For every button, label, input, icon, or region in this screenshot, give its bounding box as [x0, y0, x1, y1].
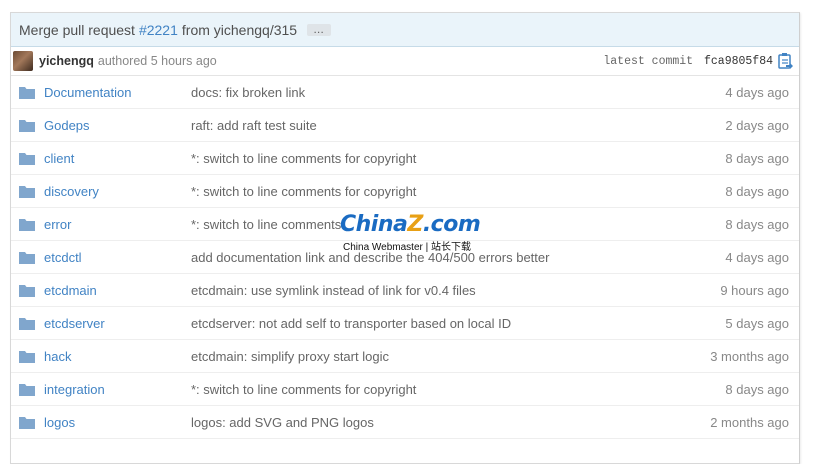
file-row[interactable]: etcdmain etcdmain: use symlink instead o… [11, 274, 799, 307]
folder-icon [19, 152, 35, 165]
folder-icon [19, 218, 35, 231]
commit-message-link[interactable]: *: switch to line comments for copyright [191, 382, 416, 397]
file-age: 5 days ago [725, 315, 789, 331]
commit-message-link[interactable]: etcdmain: use symlink instead of link fo… [191, 283, 476, 298]
folder-icon [19, 350, 35, 363]
author-link[interactable]: yichengq [39, 54, 94, 68]
file-age: 2 months ago [710, 414, 789, 430]
latest-commit-label: latest commit [603, 55, 694, 68]
file-name-link[interactable]: discovery [44, 184, 191, 199]
avatar[interactable] [13, 51, 33, 71]
folder-icon [19, 383, 35, 396]
commit-message-link[interactable]: logos: add SVG and PNG logos [191, 415, 374, 430]
commit-sha-link[interactable]: fca9805f84 [704, 55, 773, 68]
folder-icon [19, 86, 35, 99]
file-age: 4 days ago [725, 249, 789, 265]
file-name-link[interactable]: integration [44, 382, 191, 397]
watermark-logo-com: .com [422, 212, 481, 237]
file-name-link[interactable]: logos [44, 415, 191, 430]
file-name-link[interactable]: Godeps [44, 118, 191, 133]
file-row[interactable]: discovery *: switch to line comments for… [11, 175, 799, 208]
file-name-link[interactable]: Documentation [44, 85, 191, 100]
watermark-subtitle: China Webmaster | 站长下载 [343, 242, 472, 253]
clipboard-icon[interactable] [777, 52, 793, 70]
file-age: 8 days ago [725, 183, 789, 199]
file-age: 8 days ago [725, 381, 789, 397]
folder-icon [19, 416, 35, 429]
commit-title-suffix: from yichengq/315 [181, 21, 298, 38]
file-name-link[interactable]: etcdctl [44, 250, 191, 265]
commit-message-link[interactable]: docs: fix broken link [191, 85, 305, 100]
latest-commit: latest commit fca9805f84 [603, 55, 773, 68]
file-row[interactable]: client *: switch to line comments for co… [11, 142, 799, 175]
file-age: 9 hours ago [720, 282, 789, 298]
file-age: 4 days ago [725, 84, 789, 100]
commit-message-link[interactable]: *: switch to line comments [191, 217, 341, 232]
commit-message-link[interactable]: etcdmain: simplify proxy start logic [191, 349, 389, 364]
file-list: Documentation docs: fix broken link 4 da… [11, 76, 799, 463]
file-name-link[interactable]: etcdmain [44, 283, 191, 298]
file-row-partial [11, 439, 799, 463]
file-age: 3 months ago [710, 348, 789, 364]
file-age: 8 days ago [725, 150, 789, 166]
commit-title-prefix: Merge pull request [19, 21, 135, 38]
commit-message-link[interactable]: *: switch to line comments for copyright [191, 151, 416, 166]
file-age: 2 days ago [725, 117, 789, 133]
file-row[interactable]: integration *: switch to line comments f… [11, 373, 799, 406]
file-age: 8 days ago [725, 216, 789, 232]
expand-message-button[interactable]: … [307, 23, 332, 36]
commit-meta-bar: yichengq authored 5 hours ago latest com… [11, 47, 799, 76]
folder-icon [19, 119, 35, 132]
commit-title-bar: Merge pull request #2221 from yichengq/3… [11, 13, 799, 47]
file-name-link[interactable]: etcdserver [44, 316, 191, 331]
watermark: ChinaZ.com China Webmaster | 站长下载 [340, 212, 500, 254]
file-row[interactable]: logos logos: add SVG and PNG logos 2 mon… [11, 406, 799, 439]
folder-icon [19, 251, 35, 264]
file-name-link[interactable]: client [44, 151, 191, 166]
file-row[interactable]: Documentation docs: fix broken link 4 da… [11, 76, 799, 109]
file-name-link[interactable]: error [44, 217, 191, 232]
watermark-logo-z: Z [407, 212, 423, 237]
folder-icon [19, 284, 35, 297]
commit-message-link[interactable]: *: switch to line comments for copyright [191, 184, 416, 199]
file-row[interactable]: etcdserver etcdserver: not add self to t… [11, 307, 799, 340]
commit-message-link[interactable]: etcdserver: not add self to transporter … [191, 316, 511, 331]
folder-icon [19, 317, 35, 330]
watermark-logo-china: China [340, 212, 408, 237]
folder-icon [19, 185, 35, 198]
authored-time: authored 5 hours ago [97, 54, 217, 68]
watermark-logo: ChinaZ.com [340, 212, 500, 237]
file-row[interactable]: Godeps raft: add raft test suite 2 days … [11, 109, 799, 142]
file-name-link[interactable]: hack [44, 349, 191, 364]
pull-request-link[interactable]: #2221 [139, 22, 178, 38]
commit-message-link[interactable]: raft: add raft test suite [191, 118, 317, 133]
file-row[interactable]: hack etcdmain: simplify proxy start logi… [11, 340, 799, 373]
